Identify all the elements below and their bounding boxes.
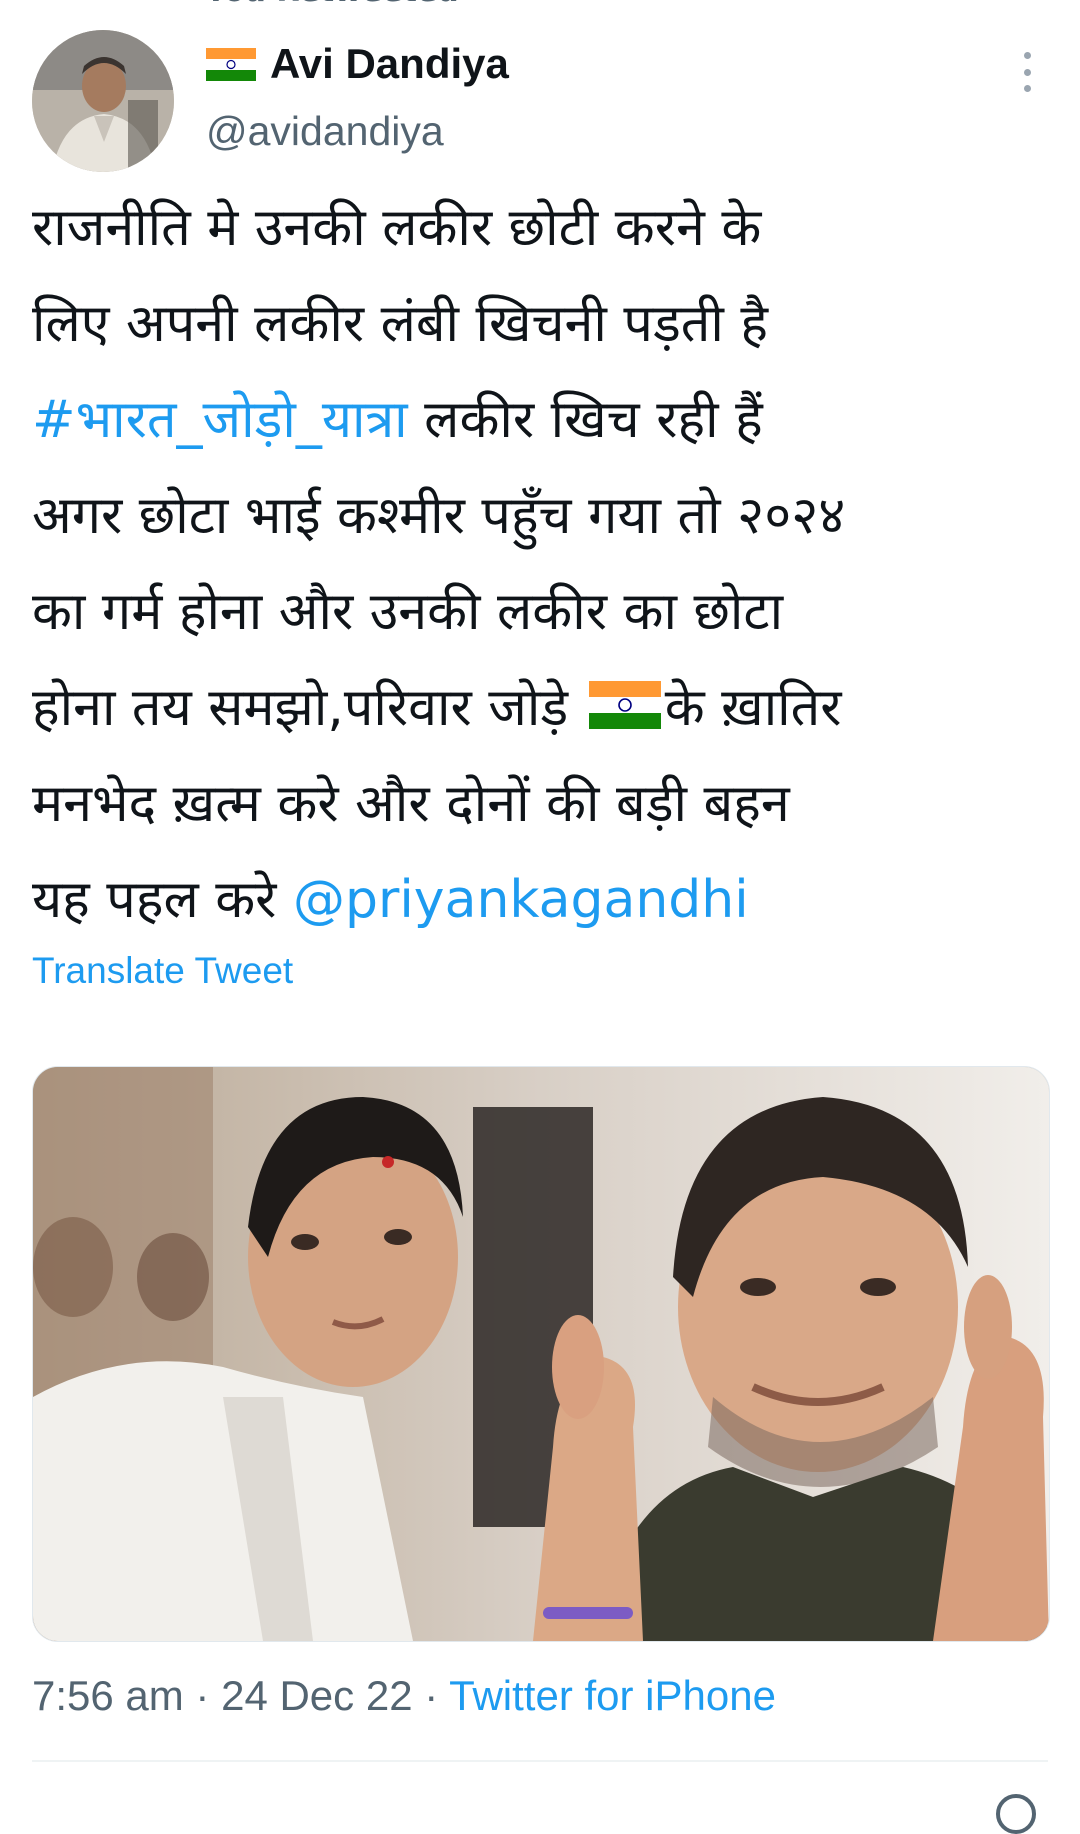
tweet-line: का गर्म होना और उनकी लकीर का छोटा bbox=[32, 564, 1052, 660]
divider bbox=[32, 1760, 1048, 1762]
hashtag-link[interactable]: #भारत_जोड़ो_यात्रा bbox=[32, 390, 408, 450]
tweet-source-link[interactable]: Twitter for iPhone bbox=[449, 1672, 776, 1719]
tweet-text-segment: लकीर खिच रही हैं bbox=[407, 390, 763, 450]
tweet-text-segment: का गर्म होना और उनकी लकीर का छोटा bbox=[32, 582, 784, 642]
author-avatar[interactable] bbox=[32, 30, 174, 172]
avatar-photo-icon bbox=[32, 30, 174, 172]
india-flag-icon bbox=[588, 681, 661, 729]
tweet-line: मनभेद ख़त्म करे और दोनों की बड़ी बहन bbox=[32, 756, 1052, 852]
author-display-name[interactable]: Avi Dandiya bbox=[270, 40, 509, 88]
photo-two-men-thumbs-up-icon bbox=[33, 1067, 1049, 1641]
tweet-date[interactable]: 24 Dec 22 bbox=[221, 1672, 412, 1719]
translate-tweet-link[interactable]: Translate Tweet bbox=[32, 950, 293, 992]
more-dot bbox=[1023, 68, 1031, 76]
author-name-row[interactable]: Avi Dandiya bbox=[206, 40, 509, 88]
action-icon-partial[interactable] bbox=[996, 1794, 1036, 1834]
more-dot bbox=[1023, 52, 1031, 59]
tweet-line: अगर छोटा भाई कश्मीर पहुँच गया तो २०२४ bbox=[32, 468, 1052, 564]
tweet-text-segment: अगर छोटा भाई कश्मीर पहुँच गया तो २०२४ bbox=[32, 486, 846, 546]
retweet-header: You Retweeted bbox=[205, 0, 459, 9]
tweet-text: राजनीति मे उनकी लकीर छोटी करने के लिए अपन… bbox=[32, 180, 1052, 948]
india-flag-icon bbox=[206, 47, 256, 81]
tweet-line: होना तय समझो,परिवार जोड़े के ख़ातिर bbox=[32, 660, 1052, 756]
tweet-line: #भारत_जोड़ो_यात्रा लकीर खिच रही हैं bbox=[32, 372, 1052, 468]
tweet-text-segment: यह पहल करे bbox=[32, 870, 293, 930]
tweet-time[interactable]: 7:56 am bbox=[32, 1672, 184, 1719]
tweet-text-segment: होना तय समझो,परिवार जोड़े bbox=[32, 678, 585, 738]
more-dot bbox=[1023, 85, 1031, 92]
more-options-icon[interactable] bbox=[1010, 52, 1044, 92]
tweet-text-segment: के ख़ातिर bbox=[664, 678, 842, 738]
tweet-line: लिए अपनी लकीर लंबी खिचनी पड़ती है bbox=[32, 276, 1052, 372]
tweet-line: राजनीति मे उनकी लकीर छोटी करने के bbox=[32, 180, 1052, 276]
meta-separator: · bbox=[183, 1672, 222, 1719]
tweet-media-image[interactable] bbox=[32, 1066, 1050, 1642]
tweet-text-segment: मनभेद ख़त्म करे और दोनों की बड़ी बहन bbox=[32, 774, 790, 834]
author-handle[interactable]: @avidandiya bbox=[206, 108, 444, 155]
tweet-meta: 7:56 am · 24 Dec 22 · Twitter for iPhone bbox=[32, 1672, 776, 1720]
mention-link[interactable]: @priyankagandhi bbox=[293, 870, 749, 930]
tweet-text-segment: लिए अपनी लकीर लंबी खिचनी पड़ती है bbox=[32, 294, 769, 354]
meta-separator: · bbox=[412, 1672, 450, 1719]
tweet-text-segment: राजनीति मे उनकी लकीर छोटी करने के bbox=[32, 198, 762, 258]
tweet-line: यह पहल करे @priyankagandhi bbox=[32, 852, 1052, 948]
